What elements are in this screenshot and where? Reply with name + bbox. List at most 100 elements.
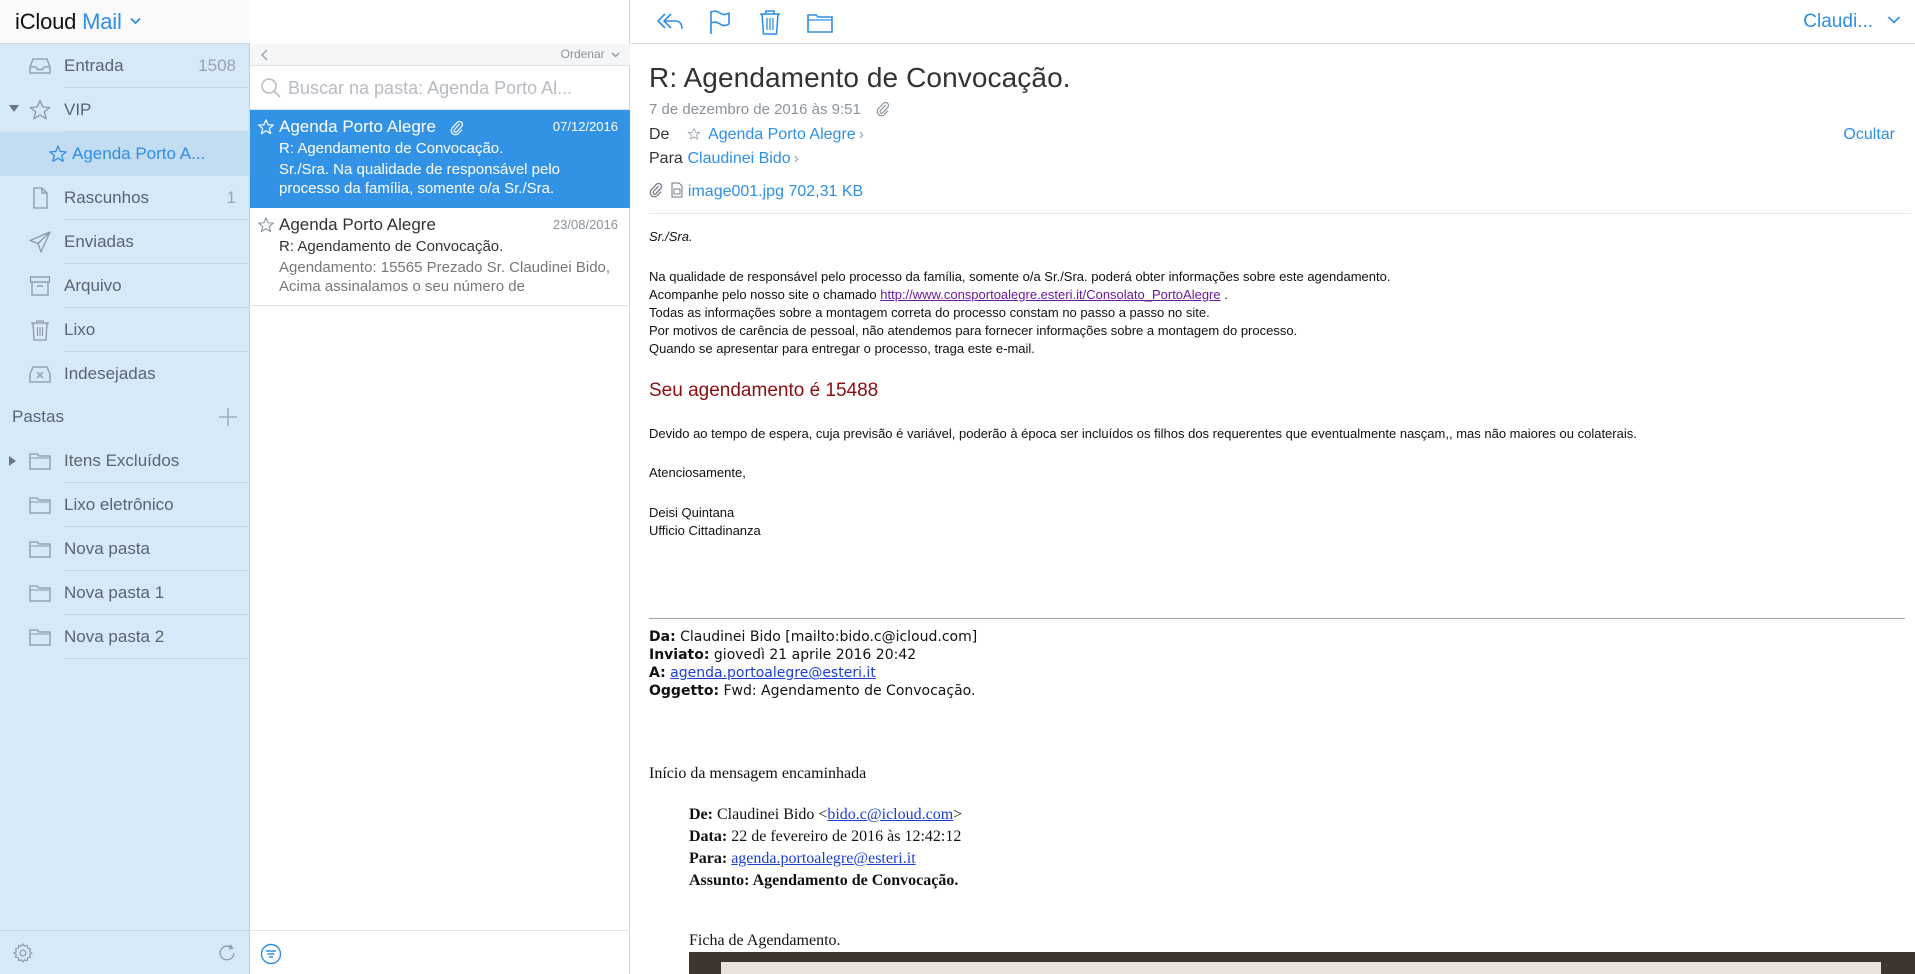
- app-switcher[interactable]: iCloud Mail: [15, 9, 141, 35]
- chevron-down-icon[interactable]: [1887, 15, 1901, 25]
- fwd-value: 22 de fevereiro de 2016 às 12:42:12: [727, 828, 962, 845]
- orig-to-link[interactable]: agenda.portoalegre@esteri.it: [670, 665, 876, 681]
- quote-divider: [649, 618, 1905, 619]
- star-icon[interactable]: [257, 118, 275, 136]
- folder-icon: [28, 493, 52, 517]
- sort-button[interactable]: Ordenar: [561, 47, 620, 61]
- draft-count: 1: [226, 188, 236, 207]
- message-datetime: 7 de dezembro de 2016 às 9:51: [649, 101, 861, 118]
- sidebar-item-label: Agenda Porto A...: [72, 144, 206, 163]
- brand-icloud: iCloud: [15, 9, 77, 34]
- attachment-row: image001.jpg 702,31 KB: [649, 182, 863, 202]
- sidebar-item-indesejadas[interactable]: Indesejadas: [0, 352, 250, 396]
- to-label: Para: [649, 150, 683, 167]
- message-date: 07/12/2016: [552, 119, 618, 134]
- folder-nova-pasta[interactable]: Nova pasta: [0, 527, 250, 571]
- trash-icon[interactable]: [755, 8, 785, 36]
- unread-count: 1508: [198, 56, 236, 75]
- sidebar-item-label: Rascunhos: [64, 188, 150, 207]
- sidebar-item-label: Indesejadas: [64, 364, 156, 383]
- fwd-date-row: Data: 22 de fevereiro de 2016 às 12:42:1…: [689, 826, 962, 848]
- chevron-right-icon: ›: [858, 126, 865, 143]
- orig-sent-row: Inviato: giovedì 21 aprile 2016 20:42: [649, 646, 977, 664]
- sent-icon: [28, 230, 52, 254]
- signature-office: Ufficio Cittadinanza: [649, 523, 761, 538]
- star-icon[interactable]: [257, 216, 275, 234]
- chevron-down-icon: [129, 17, 141, 25]
- sidebar-header: iCloud Mail: [0, 0, 250, 44]
- account-menu[interactable]: Claudi...: [1803, 11, 1873, 33]
- search-bar: [250, 66, 630, 110]
- orig-label: Da:: [649, 629, 676, 645]
- fwd-label: De:: [689, 806, 713, 823]
- folder-icon: [28, 581, 52, 605]
- from-label: De: [649, 126, 670, 143]
- sidebar-item-arquivo[interactable]: Arquivo: [0, 264, 250, 308]
- search-input[interactable]: [288, 74, 618, 102]
- sidebar-item-lixo[interactable]: Lixo: [0, 308, 250, 352]
- star-icon[interactable]: [687, 127, 701, 141]
- message-sender: Agenda Porto Alegre: [279, 215, 436, 234]
- ficha-text: Ficha de Agendamento.: [689, 932, 841, 949]
- message-title: R: Agendamento de Convocação.: [649, 62, 1071, 93]
- folder-icon: [28, 449, 52, 473]
- image-file-icon: [671, 182, 683, 198]
- fwd-to-link[interactable]: agenda.portoalegre@esteri.it: [731, 850, 915, 867]
- junk-icon: [28, 362, 52, 386]
- sidebar-item-entrada[interactable]: Entrada 1508: [0, 44, 250, 88]
- message-subject: R: Agendamento de Convocação.: [279, 238, 504, 255]
- orig-subject-row: Oggetto: Fwd: Agendamento de Convocação.: [649, 682, 977, 700]
- forwarded-details: De: Claudinei Bido <bido.c@icloud.com> D…: [689, 804, 962, 892]
- filter-icon[interactable]: [260, 943, 282, 965]
- refresh-icon[interactable]: [216, 942, 238, 964]
- sidebar-item-vip[interactable]: VIP: [0, 88, 250, 132]
- closing: Atenciosamente,: [649, 465, 746, 480]
- body-text: .: [1220, 287, 1228, 302]
- brand-mail: Mail: [82, 9, 122, 34]
- orig-from-row: Da: Claudinei Bido [mailto:bido.c@icloud…: [649, 628, 977, 646]
- message-row[interactable]: Agenda Porto Alegre 23/08/2016 R: Agenda…: [250, 208, 630, 306]
- orig-label: A:: [649, 665, 666, 681]
- sidebar-item-enviadas[interactable]: Enviadas: [0, 220, 250, 264]
- draft-icon: [28, 186, 52, 210]
- fwd-value: >: [953, 806, 963, 823]
- consulate-link[interactable]: http://www.consportoalegre.esteri.it/Con…: [880, 287, 1220, 302]
- sort-label: Ordenar: [560, 47, 605, 61]
- search-icon: [260, 77, 282, 99]
- sidebar-item-agenda-porto-alegre[interactable]: Agenda Porto A...: [0, 132, 250, 176]
- appointment-number: Seu agendamento é 15488: [649, 380, 879, 401]
- sender-name[interactable]: Agenda Porto Alegre: [708, 126, 856, 143]
- gear-icon[interactable]: [12, 942, 34, 964]
- fwd-from-row: De: Claudinei Bido <bido.c@icloud.com>: [689, 804, 962, 826]
- message-row-selected[interactable]: Agenda Porto Alegre 07/12/2016 R: Agenda…: [250, 110, 630, 208]
- trash-icon: [28, 318, 52, 342]
- recipient-name[interactable]: Claudinei Bido: [687, 150, 790, 167]
- attachment-link[interactable]: image001.jpg 702,31 KB: [688, 183, 863, 200]
- orig-value: Fwd: Agendamento de Convocação.: [719, 683, 976, 699]
- body-text: Acompanhe pelo nosso site o chamado: [649, 287, 881, 302]
- orig-to-row: A: agenda.portoalegre@esteri.it: [649, 664, 977, 682]
- chevron-left-icon[interactable]: [260, 49, 270, 61]
- move-to-folder-icon[interactable]: [805, 8, 835, 36]
- reply-icon[interactable]: [655, 8, 685, 36]
- add-folder-icon[interactable]: [217, 406, 239, 428]
- body-line-5: Quando se apresentar para entregar o pro…: [649, 341, 1035, 356]
- folder-lixo-eletronico[interactable]: Lixo eletrônico: [0, 483, 250, 527]
- forwarded-header: Início da mensagem encaminhada: [649, 765, 867, 782]
- folder-nova-pasta-2[interactable]: Nova pasta 2: [0, 615, 250, 659]
- folder-label: Lixo eletrônico: [64, 495, 174, 514]
- sidebar-item-label: Enviadas: [64, 232, 134, 251]
- mailbox-sidebar: iCloud Mail Entrada 1508 VIP Agenda Port…: [0, 0, 250, 974]
- fwd-value: Agendamento de Convocação.: [749, 872, 959, 889]
- folder-itens-excluidos[interactable]: Itens Excluídos: [0, 439, 250, 483]
- hide-details-link[interactable]: Ocultar: [1843, 126, 1895, 144]
- flag-icon[interactable]: [704, 8, 734, 36]
- folder-nova-pasta-1[interactable]: Nova pasta 1: [0, 571, 250, 615]
- body-paragraphs: Na qualidade de responsável pelo process…: [649, 268, 1390, 358]
- message-subject: R: Agendamento de Convocação.: [279, 140, 504, 157]
- sidebar-item-label: Arquivo: [64, 276, 122, 295]
- paperclip-icon: [450, 120, 464, 136]
- fwd-from-email-link[interactable]: bido.c@icloud.com: [827, 806, 953, 823]
- list-footer: [250, 930, 630, 974]
- sidebar-item-rascunhos[interactable]: Rascunhos 1: [0, 176, 250, 220]
